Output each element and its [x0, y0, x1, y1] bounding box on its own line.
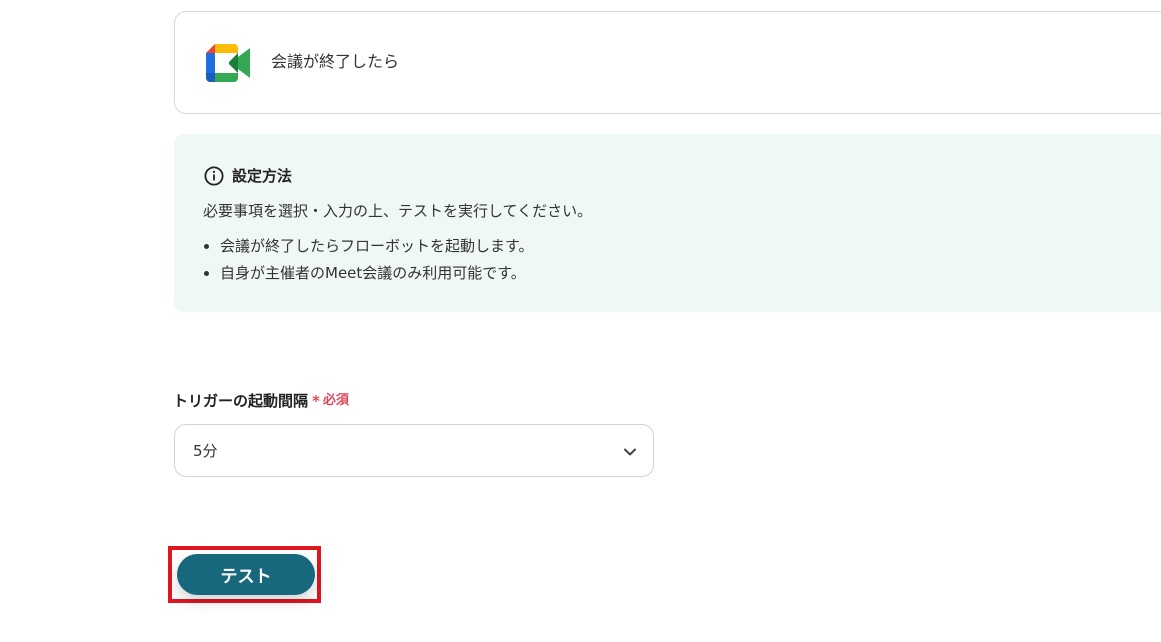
- info-description: 必要事項を選択・入力の上、テストを実行してください。: [203, 202, 593, 220]
- field-label: トリガーの起動間隔: [173, 392, 309, 410]
- trigger-card[interactable]: 会議が終了したら: [174, 11, 1161, 114]
- google-meet-icon: [206, 44, 250, 82]
- list-item: 会議が終了したらフローボットを起動します。: [202, 233, 534, 260]
- info-title-row: 設定方法: [204, 164, 292, 188]
- page: 会議が終了したら 設定方法 必要事項を選択・入力の上、テストを実行してください。…: [0, 0, 1161, 642]
- info-box: 設定方法 必要事項を選択・入力の上、テストを実行してください。 会議が終了したら…: [174, 134, 1161, 312]
- bullet-dot: [204, 271, 209, 276]
- info-list: 会議が終了したらフローボットを起動します。 自身が主催者のMeet会議のみ利用可…: [202, 233, 534, 287]
- list-item-text: 会議が終了したらフローボットを起動します。: [220, 237, 534, 255]
- required-asterisk: *: [312, 392, 320, 410]
- list-item: 自身が主催者のMeet会議のみ利用可能です。: [202, 260, 534, 287]
- interval-select[interactable]: 5分: [174, 424, 654, 477]
- bullet-dot: [204, 244, 209, 249]
- trigger-label: 会議が終了したら: [271, 52, 400, 71]
- select-value: 5分: [193, 442, 218, 460]
- info-circle-icon: [204, 166, 224, 186]
- list-item-text: 自身が主催者のMeet会議のみ利用可能です。: [220, 264, 526, 282]
- info-title: 設定方法: [232, 167, 293, 185]
- chevron-down-icon[interactable]: [623, 445, 637, 459]
- test-button[interactable]: テスト: [177, 554, 315, 595]
- interval-field-label: トリガーの起動間隔 * 必須: [173, 390, 349, 412]
- required-badge: 必須: [322, 393, 349, 408]
